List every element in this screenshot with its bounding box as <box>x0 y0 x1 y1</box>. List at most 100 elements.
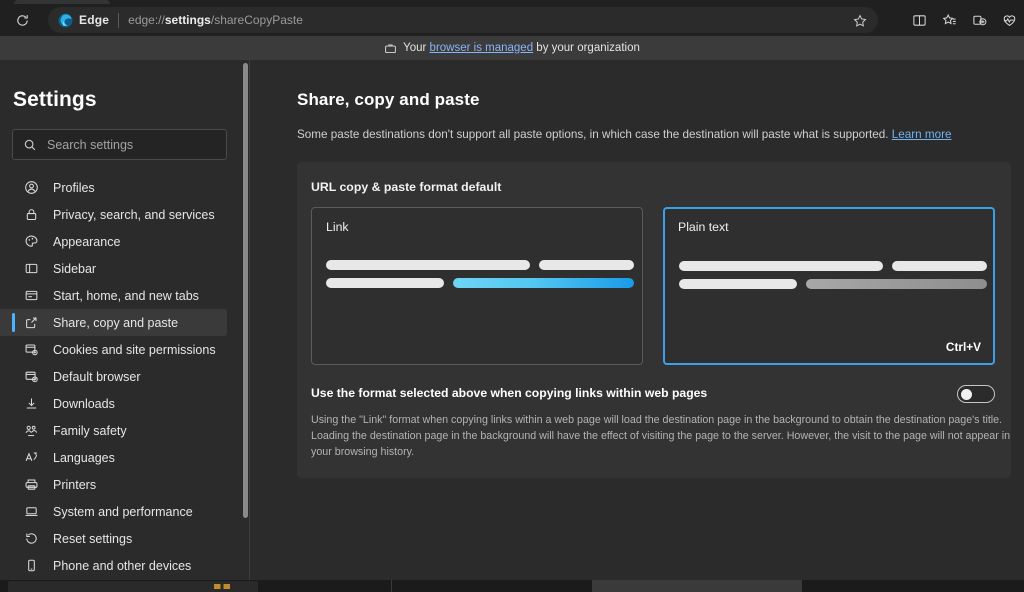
sidebar-item-downloads[interactable]: Downloads <box>0 390 227 417</box>
managed-link[interactable]: browser is managed <box>430 42 534 54</box>
lock-icon <box>24 207 40 223</box>
sidebar-item-phone-devices[interactable]: Phone and other devices <box>0 552 227 579</box>
edge-brand-label: Edge <box>79 13 110 27</box>
split-screen-icon[interactable] <box>904 7 934 33</box>
taskbar-item[interactable] <box>258 580 391 592</box>
sidebar-item-label: Privacy, search, and services <box>53 207 215 222</box>
toggle-label: Use the format selected above when copyi… <box>311 386 708 401</box>
settings-page: Settings Profiles <box>0 60 1024 580</box>
content-intro: Some paste destinations don't support al… <box>297 128 952 141</box>
taskbar-item-active[interactable] <box>592 580 802 592</box>
download-icon <box>24 396 40 412</box>
managed-text: Your browser is managed by your organiza… <box>403 42 640 54</box>
sidebar-item-label: Sidebar <box>53 261 97 276</box>
palette-icon <box>24 234 40 250</box>
format-options: Link Plain text Ctrl+V <box>311 207 995 366</box>
preview-bar <box>892 261 987 272</box>
laptop-icon <box>24 504 40 520</box>
windows-taskbar <box>0 580 1024 592</box>
toggle-knob <box>961 389 972 401</box>
url-format-card: URL copy & paste format default Link Pla… <box>297 162 1011 478</box>
preview-bar <box>539 260 634 271</box>
sidebar-item-start-home[interactable]: Start, home, and new tabs <box>0 282 227 309</box>
sidebar-item-family-safety[interactable]: Family safety <box>0 417 227 444</box>
taskbar-item[interactable] <box>392 580 592 592</box>
option-link[interactable]: Link <box>311 207 643 366</box>
briefcase-icon <box>385 43 396 53</box>
sidebar-item-label: Start, home, and new tabs <box>53 288 199 303</box>
reset-icon <box>24 531 40 547</box>
preview-bar <box>326 278 444 289</box>
sidebar-item-label: Languages <box>53 450 115 465</box>
address-bar[interactable]: Edge edge://settings/shareCopyPaste <box>48 7 878 33</box>
sidebar-item-label: Default browser <box>53 369 141 384</box>
sidebar-item-label: Downloads <box>53 396 115 411</box>
sidebar-item-share-copy-paste[interactable]: Share, copy and paste <box>0 309 227 336</box>
preview-bar <box>679 261 883 272</box>
search-icon <box>24 139 36 150</box>
taskbar-item[interactable] <box>8 581 258 592</box>
omnibox-divider <box>118 12 120 28</box>
sidebar-item-profiles[interactable]: Profiles <box>0 174 227 201</box>
link-preview-bars <box>326 260 634 296</box>
settings-content: Share, copy and paste Some paste destina… <box>250 60 1024 580</box>
profile-icon <box>24 180 40 196</box>
shortcut-label: Ctrl+V <box>945 340 981 355</box>
sidebar-item-reset-settings[interactable]: Reset settings <box>0 525 227 552</box>
sidebar-item-privacy[interactable]: Privacy, search, and services <box>0 201 227 228</box>
sidebar-item-label: Share, copy and paste <box>53 315 179 330</box>
phone-icon <box>24 558 40 574</box>
settings-sidebar: Settings Profiles <box>0 60 250 580</box>
preview-bar <box>679 279 797 290</box>
sidebar-item-sidebar[interactable]: Sidebar <box>0 255 227 282</box>
card-heading: URL copy & paste format default <box>311 180 502 195</box>
sidebar-item-label: System and performance <box>53 504 193 519</box>
format-toggle-switch[interactable] <box>957 385 995 404</box>
default-browser-icon <box>24 369 40 385</box>
sidebar-item-languages[interactable]: Languages <box>0 444 227 471</box>
content-title: Share, copy and paste <box>297 90 480 109</box>
format-toggle-row: Use the format selected above when copyi… <box>311 385 995 404</box>
sidebar-item-label: Printers <box>53 477 97 492</box>
preview-row <box>326 278 634 289</box>
url-text: edge://settings/shareCopyPaste <box>128 13 303 27</box>
sidebar-item-system-performance[interactable]: System and performance <box>0 498 227 525</box>
sidebar-item-default-browser[interactable]: Default browser <box>0 363 227 390</box>
learn-more-link[interactable]: Learn more <box>892 128 952 141</box>
family-icon <box>24 423 40 439</box>
sidebar-item-printers[interactable]: Printers <box>0 471 227 498</box>
option-label: Plain text <box>678 220 729 235</box>
share-icon <box>24 315 40 331</box>
sidebar-item-label: Cookies and site permissions <box>53 342 216 357</box>
collections-icon[interactable] <box>964 7 994 33</box>
sidebar-item-label: Profiles <box>53 180 95 195</box>
star-icon[interactable] <box>850 11 870 31</box>
reload-icon[interactable] <box>8 6 36 34</box>
favorites-icon[interactable] <box>934 7 964 33</box>
search-input[interactable] <box>47 137 216 152</box>
language-icon <box>24 450 40 466</box>
browser-window: Edge edge://settings/shareCopyPaste Your… <box>0 0 1024 592</box>
sidebar-item-label: Reset settings <box>53 531 133 546</box>
window-icon <box>24 288 40 304</box>
page-title: Settings <box>13 88 97 111</box>
preview-bar <box>326 260 530 271</box>
preview-row <box>679 279 987 290</box>
browser-essentials-icon[interactable] <box>994 7 1024 33</box>
managed-browser-banner: Your browser is managed by your organiza… <box>0 36 1024 60</box>
option-plain-text[interactable]: Plain text Ctrl+V <box>663 207 995 366</box>
sidebar-scrollbar[interactable] <box>243 63 248 518</box>
sidebar-item-appearance[interactable]: Appearance <box>0 228 227 255</box>
cookies-icon <box>24 342 40 358</box>
preview-bar-plain <box>806 279 987 290</box>
settings-nav: Profiles Privacy, search, and services A… <box>0 174 250 580</box>
sidebar-icon <box>24 261 40 277</box>
sidebar-item-label: Appearance <box>53 234 121 249</box>
sidebar-item-cookies[interactable]: Cookies and site permissions <box>0 336 227 363</box>
toolbar-right-icons <box>904 7 1024 33</box>
toggle-description: Using the "Link" format when copying lin… <box>311 414 1011 459</box>
preview-row <box>326 260 634 271</box>
option-label: Link <box>326 220 349 235</box>
search-settings-box[interactable] <box>12 129 227 160</box>
taskbar-item[interactable] <box>802 580 1024 592</box>
